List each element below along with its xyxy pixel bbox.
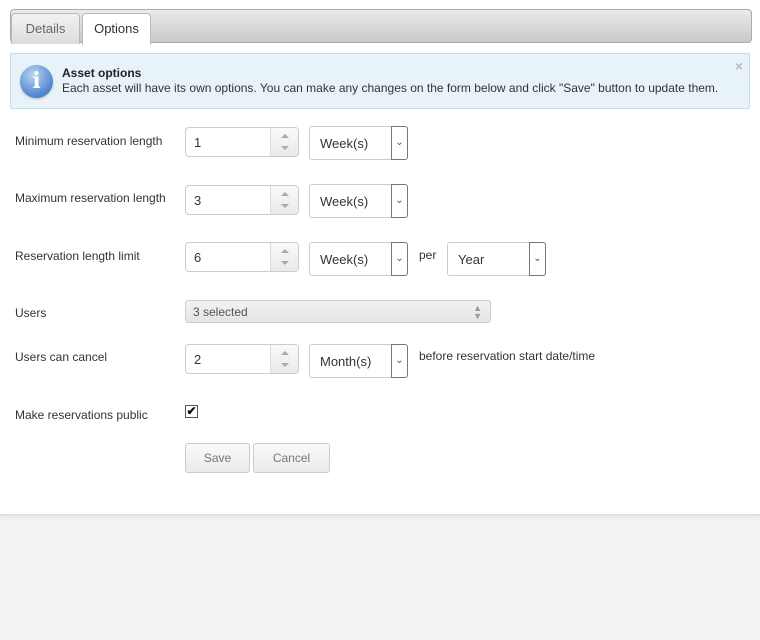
cancel-button[interactable]: Cancel <box>253 443 330 473</box>
save-button[interactable]: Save <box>185 443 250 473</box>
decrement-icon[interactable] <box>281 146 289 150</box>
users-cancel-stepper[interactable]: 2 <box>185 344 299 374</box>
max-length-stepper[interactable]: 3 <box>185 185 299 215</box>
check-icon: ✔ <box>186 404 197 418</box>
length-limit-value[interactable]: 6 <box>194 250 201 265</box>
period-select[interactable]: Year ⌄ <box>447 242 546 276</box>
asset-panel: Details Options i Asset options Each ass… <box>0 0 760 515</box>
chevron-down-icon: ⌄ <box>529 242 546 276</box>
public-checkbox[interactable]: ✔ <box>185 405 198 418</box>
tab-details[interactable]: Details <box>11 13 80 44</box>
info-title: Asset options <box>62 66 142 80</box>
chevron-down-icon: ⌄ <box>391 184 408 218</box>
users-multiselect[interactable]: 3 selected ▲ ▼ <box>185 300 491 323</box>
chevron-down-icon: ⌄ <box>391 126 408 160</box>
min-length-label: Minimum reservation length <box>15 134 163 148</box>
users-cancel-unit-select[interactable]: Month(s) ⌄ <box>309 344 408 378</box>
stepper-buttons <box>270 186 298 214</box>
info-text: Each asset will have its own options. Yo… <box>62 81 719 95</box>
sort-caret-icon: ▲ ▼ <box>473 303 482 321</box>
users-cancel-suffix: before reservation start date/time <box>419 349 596 363</box>
users-cancel-unit-value: Month(s) <box>320 354 372 369</box>
decrement-icon[interactable] <box>281 204 289 208</box>
tab-options[interactable]: Options <box>82 13 151 45</box>
length-limit-unit-select[interactable]: Week(s) ⌄ <box>309 242 408 276</box>
min-length-unit-select[interactable]: Week(s) ⌄ <box>309 126 408 160</box>
decrement-icon[interactable] <box>281 261 289 265</box>
min-length-stepper[interactable]: 1 <box>185 127 299 157</box>
increment-icon[interactable] <box>281 351 289 355</box>
users-label: Users <box>15 306 47 320</box>
increment-icon[interactable] <box>281 192 289 196</box>
min-length-value[interactable]: 1 <box>194 135 201 150</box>
length-limit-label: Reservation length limit <box>15 249 140 263</box>
increment-icon[interactable] <box>281 134 289 138</box>
stepper-buttons <box>270 128 298 156</box>
max-length-unit-select[interactable]: Week(s) ⌄ <box>309 184 408 218</box>
users-value: 3 selected <box>193 305 248 319</box>
public-label: Make reservations public <box>15 408 148 422</box>
length-limit-stepper[interactable]: 6 <box>185 242 299 272</box>
period-value: Year <box>458 252 485 267</box>
min-length-unit-value: Week(s) <box>320 136 369 151</box>
length-limit-unit-value: Week(s) <box>320 252 369 267</box>
increment-icon[interactable] <box>281 249 289 253</box>
users-cancel-value[interactable]: 2 <box>194 352 201 367</box>
chevron-down-icon: ⌄ <box>391 242 408 276</box>
max-length-unit-value: Week(s) <box>320 194 369 209</box>
info-icon: i <box>20 65 53 98</box>
stepper-buttons <box>270 345 298 373</box>
tab-bar: Details Options <box>10 9 752 45</box>
stepper-buttons <box>270 243 298 271</box>
max-length-value[interactable]: 3 <box>194 193 201 208</box>
chevron-down-icon: ⌄ <box>391 344 408 378</box>
info-message: i Asset options Each asset will have its… <box>10 53 750 109</box>
users-cancel-label: Users can cancel <box>15 350 108 364</box>
per-label: per <box>419 248 437 262</box>
close-icon[interactable]: × <box>735 58 743 74</box>
max-length-label: Maximum reservation length <box>15 191 166 205</box>
decrement-icon[interactable] <box>281 363 289 367</box>
